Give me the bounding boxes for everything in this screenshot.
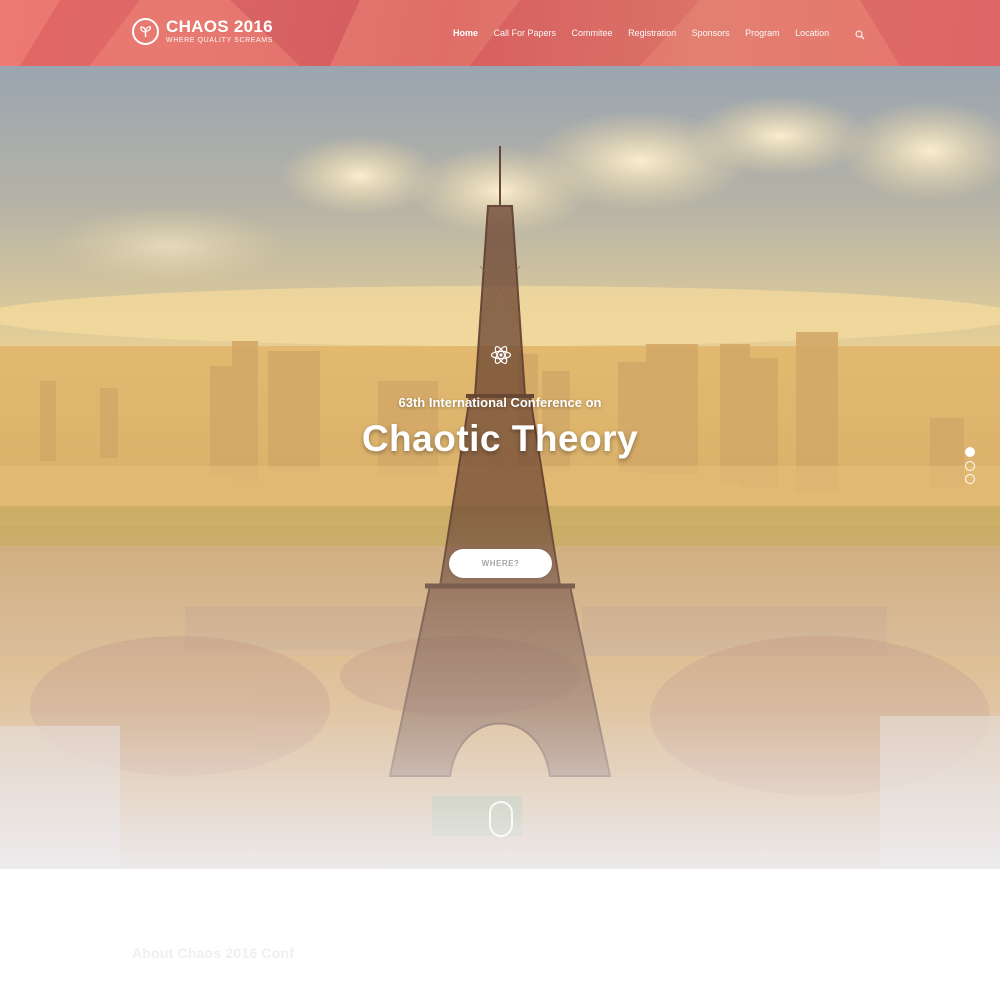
- sprout-icon: [132, 18, 159, 45]
- hero-section: 63th International Conference on Chaotic…: [0, 66, 1000, 869]
- where-button[interactable]: WHERE?: [449, 549, 552, 578]
- nav-item-sponsors[interactable]: Sponsors: [692, 28, 730, 38]
- hero-subtitle: 63th International Conference on: [398, 395, 602, 410]
- slider-dot-2[interactable]: [965, 460, 975, 471]
- nav-item-commitee[interactable]: Commitee: [572, 28, 613, 38]
- about-heading: About Chaos 2016 Conf: [132, 945, 295, 961]
- slider-dot-3[interactable]: [965, 474, 975, 484]
- nav-item-registration[interactable]: Registration: [628, 28, 676, 38]
- nav-item-call-for-papers[interactable]: Call For Papers: [494, 28, 557, 38]
- nav-item-home[interactable]: Home: [453, 28, 478, 38]
- hero-title: Chaotic Theory: [361, 418, 639, 459]
- slider-pagination: [965, 447, 975, 488]
- site-header: CHAOS 2016 WHERE QUALITY SCREAMS Home Ca…: [0, 0, 1000, 66]
- search-icon[interactable]: [855, 27, 865, 45]
- hero-fade-overlay: [0, 66, 1000, 869]
- atom-icon: [490, 344, 512, 371]
- scroll-down-icon[interactable]: [489, 801, 513, 837]
- main-nav: Home Call For Papers Commitee Registrati…: [453, 28, 845, 38]
- logo-title: CHAOS 2016: [166, 17, 273, 36]
- site-logo[interactable]: CHAOS 2016 WHERE QUALITY SCREAMS: [132, 18, 273, 45]
- nav-item-location[interactable]: Location: [795, 28, 829, 38]
- slider-dot-1[interactable]: [965, 447, 975, 457]
- nav-item-program[interactable]: Program: [745, 28, 780, 38]
- logo-text: CHAOS 2016 WHERE QUALITY SCREAMS: [166, 18, 273, 45]
- logo-subtitle: WHERE QUALITY SCREAMS: [166, 37, 273, 44]
